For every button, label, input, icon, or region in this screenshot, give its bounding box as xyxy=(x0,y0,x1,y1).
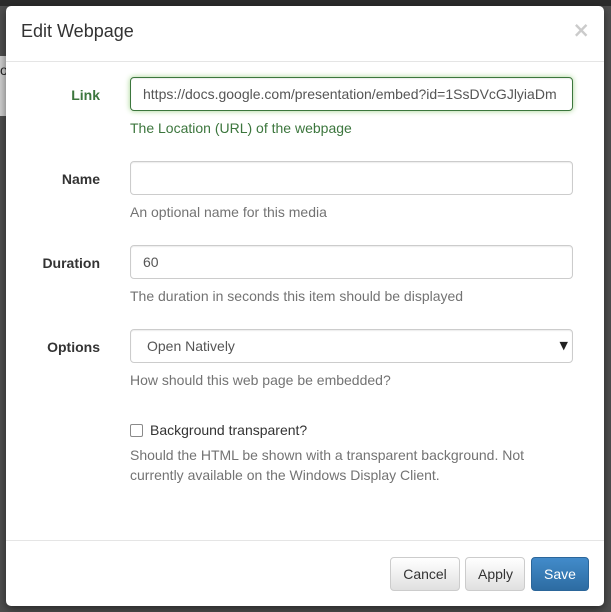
dialog-footer: Cancel Apply Save xyxy=(6,540,604,607)
options-help-text: How should this web page be embedded? xyxy=(130,372,391,388)
cancel-button[interactable]: Cancel xyxy=(390,557,460,591)
background-transparent-checkbox[interactable] xyxy=(130,424,143,437)
dialog-title: Edit Webpage xyxy=(21,21,134,41)
name-input[interactable] xyxy=(130,161,573,195)
close-icon[interactable]: × xyxy=(572,20,590,41)
link-input[interactable] xyxy=(130,77,573,111)
options-label: Options xyxy=(47,339,100,355)
duration-label: Duration xyxy=(42,255,100,271)
options-selected-value: Open Natively xyxy=(147,338,235,354)
name-help-text: An optional name for this media xyxy=(130,204,327,220)
dropdown-arrow-icon: ▼ xyxy=(559,339,568,352)
background-transparent-help-text: Should the HTML be shown with a transpar… xyxy=(130,447,525,483)
options-select[interactable]: Open Natively ▼ xyxy=(130,329,573,363)
apply-button[interactable]: Apply xyxy=(465,557,525,591)
link-label: Link xyxy=(71,87,100,103)
duration-input[interactable] xyxy=(130,245,573,279)
background-transparent-label[interactable]: Background transparent? xyxy=(150,422,307,438)
save-button[interactable]: Save xyxy=(531,557,589,591)
dialog-header: Edit Webpage × xyxy=(6,6,604,62)
link-help-text: The Location (URL) of the webpage xyxy=(130,120,352,136)
name-label: Name xyxy=(61,171,100,187)
duration-help-text: The duration in seconds this item should… xyxy=(130,288,464,304)
edit-webpage-dialog: Edit Webpage × Link The Location (URL) o… xyxy=(6,6,604,606)
